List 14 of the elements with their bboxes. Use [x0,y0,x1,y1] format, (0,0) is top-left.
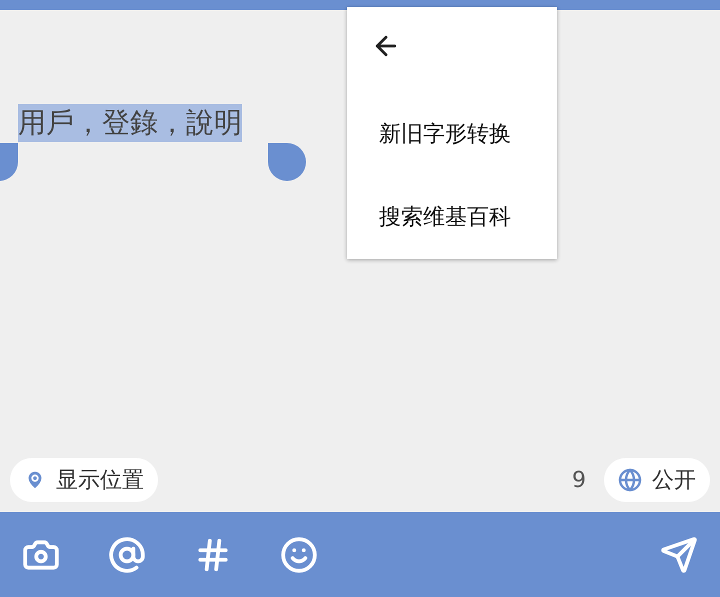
location-chip[interactable]: 显示位置 [10,458,158,502]
selection-handle[interactable] [268,143,306,181]
send-button[interactable] [660,536,698,574]
menu-item[interactable]: 搜索维基百科 [347,175,557,259]
character-count: 9 [572,468,586,492]
visibility-chip[interactable]: 公开 [604,458,710,502]
smiley-icon [280,536,318,574]
globe-icon [618,468,642,492]
mention-button[interactable] [108,536,146,574]
send-icon [660,536,698,574]
menu-item[interactable]: 新旧字形转换 [347,92,557,176]
emoji-button[interactable] [280,536,318,574]
selected-text[interactable]: 用戶，登錄，說明 [18,104,242,142]
at-sign-icon [108,536,146,574]
